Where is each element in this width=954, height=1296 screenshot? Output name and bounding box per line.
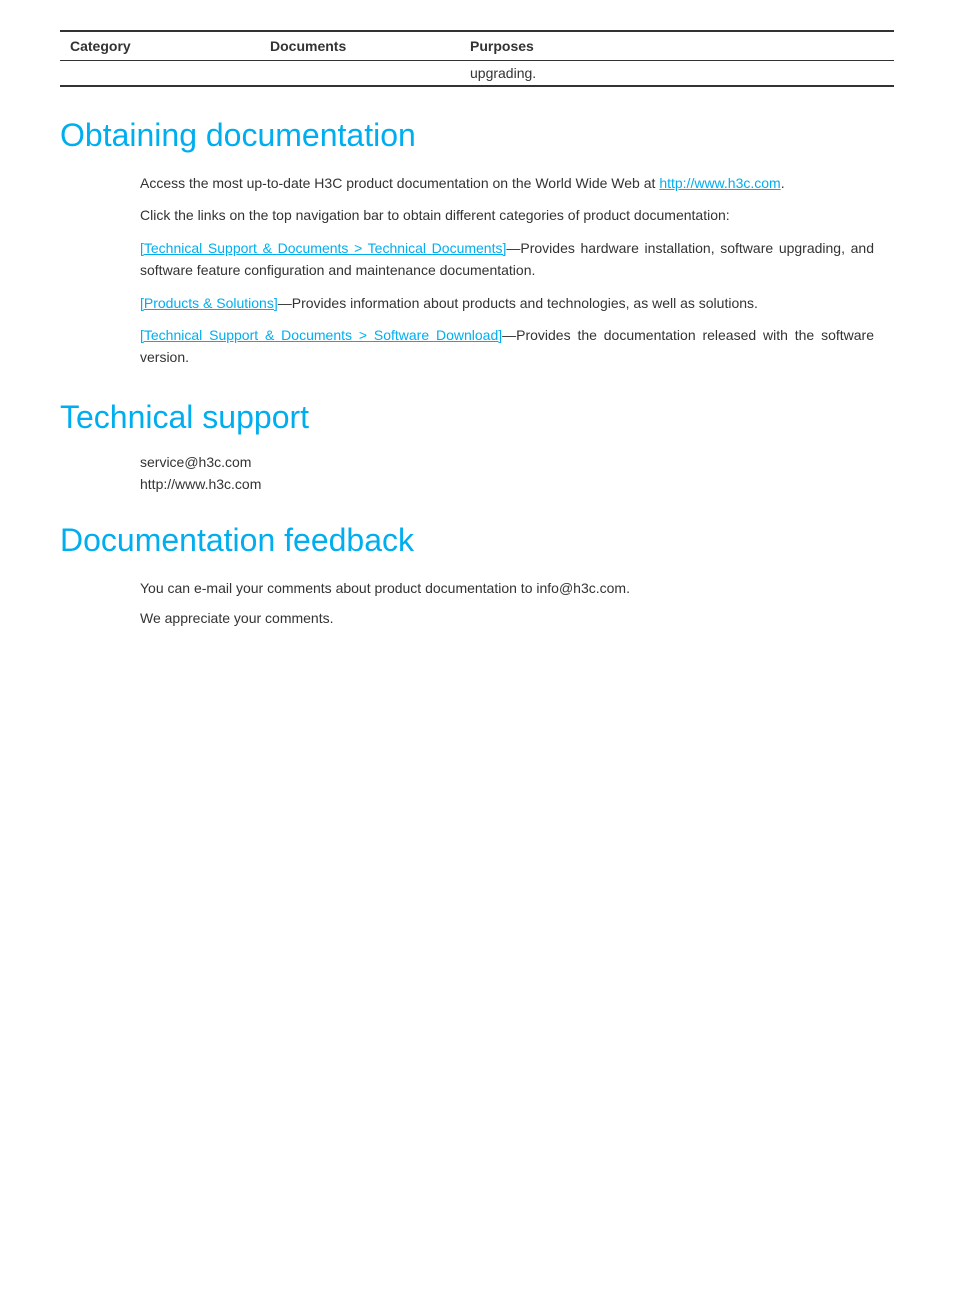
tech-support-docs-link[interactable]: [Technical Support & Documents > Technic…	[140, 240, 506, 256]
table-cell-category	[60, 61, 260, 87]
table-header-category: Category	[60, 32, 260, 61]
feedback-para2: We appreciate your comments.	[140, 607, 874, 629]
documentation-feedback-heading: Documentation feedback	[60, 522, 894, 559]
support-email: service@h3c.com	[140, 454, 874, 470]
link2-suffix: —Provides information about products and…	[278, 295, 758, 311]
table-header-documents: Documents	[260, 32, 460, 61]
documentation-feedback-section: Documentation feedback You can e-mail yo…	[60, 522, 894, 630]
software-download-link[interactable]: [Technical Support & Documents > Softwar…	[140, 327, 502, 343]
obtaining-documentation-content: Access the most up-to-date H3C product d…	[60, 172, 894, 369]
feedback-para1: You can e-mail your comments about produ…	[140, 577, 874, 599]
table-cell-documents	[260, 61, 460, 87]
technical-support-heading: Technical support	[60, 399, 894, 436]
obtaining-documentation-heading: Obtaining documentation	[60, 117, 894, 154]
obtaining-para1-prefix: Access the most up-to-date H3C product d…	[140, 175, 659, 191]
table-header-purposes: Purposes	[460, 32, 894, 61]
support-website: http://www.h3c.com	[140, 476, 874, 492]
obtaining-para3: [Technical Support & Documents > Technic…	[140, 237, 874, 282]
obtaining-para1: Access the most up-to-date H3C product d…	[140, 172, 874, 194]
obtaining-para4: [Products & Solutions]—Provides informat…	[140, 292, 874, 314]
obtaining-para2: Click the links on the top navigation ba…	[140, 204, 874, 226]
obtaining-para5: [Technical Support & Documents > Softwar…	[140, 324, 874, 369]
obtaining-documentation-section: Obtaining documentation Access the most …	[60, 117, 894, 369]
table-cell-purposes: upgrading.	[460, 61, 894, 87]
intro-table: Category Documents Purposes upgrading.	[60, 30, 894, 87]
technical-support-content: service@h3c.com http://www.h3c.com	[60, 454, 894, 492]
h3c-link[interactable]: http://www.h3c.com	[659, 175, 780, 191]
obtaining-para1-suffix: .	[781, 175, 785, 191]
products-solutions-link[interactable]: [Products & Solutions]	[140, 295, 278, 311]
table-row: upgrading.	[60, 61, 894, 87]
documentation-feedback-content: You can e-mail your comments about produ…	[60, 577, 894, 630]
technical-support-section: Technical support service@h3c.com http:/…	[60, 399, 894, 492]
